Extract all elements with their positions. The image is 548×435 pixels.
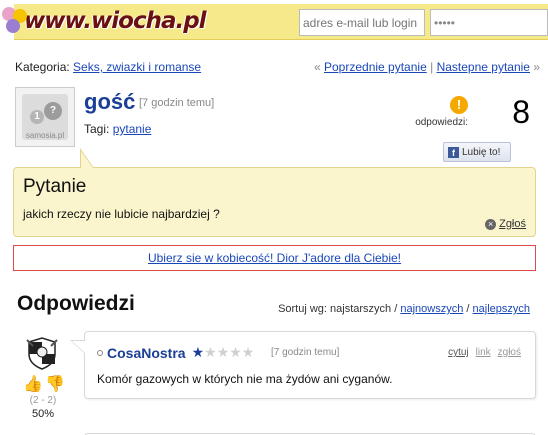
category-label: Kategoria: bbox=[15, 60, 70, 74]
permalink-link[interactable]: link bbox=[476, 347, 491, 358]
nav-separator: | bbox=[430, 60, 434, 74]
sort-label: Sortuj wg: najstarszych / bbox=[278, 303, 398, 315]
answer-card: CosaNostra ★★★★★ [7 godzin temu] cytuj l… bbox=[84, 331, 536, 399]
question-title: Pytanie bbox=[23, 176, 87, 197]
answers-heading: Odpowiedzi bbox=[17, 292, 135, 315]
answer-actions: cytuj link zgłoś bbox=[448, 347, 521, 358]
question-time: [7 godzin temu] bbox=[139, 97, 215, 109]
password-input[interactable] bbox=[430, 9, 548, 36]
ad-banner: Ubierz sie w kobiecość! Dior J'adore dla… bbox=[13, 245, 536, 271]
like-label: Lubię to! bbox=[462, 146, 501, 158]
ad-link[interactable]: Ubierz sie w kobiecość! Dior J'adore dla… bbox=[148, 251, 401, 265]
next-arrow: » bbox=[533, 60, 540, 74]
sort-controls: Sortuj wg: najstarszych / najnowszych / … bbox=[278, 303, 530, 315]
avatar-bubble-icon: 1 bbox=[30, 110, 44, 124]
vote-percent: 50% bbox=[31, 408, 55, 420]
logo-badge-icon bbox=[0, 7, 30, 35]
avatar-question-icon: ? bbox=[44, 102, 62, 120]
report-label: Zgłoś bbox=[499, 218, 526, 230]
answers-count: ! odpowiedzi: 8 bbox=[410, 94, 530, 130]
next-question-link[interactable]: Nastepne pytanie bbox=[437, 60, 530, 74]
top-bar: www.wiocha.pl bbox=[0, 0, 548, 44]
category-row: Kategoria: Seks, zwiazki i romanse « Pop… bbox=[15, 60, 540, 74]
answer-author[interactable]: CosaNostra bbox=[107, 345, 186, 361]
answer-bubble-tail-inner bbox=[72, 341, 85, 353]
answer-body: Komór gazowych w których nie ma żydów an… bbox=[97, 372, 393, 386]
logo-text: www.wiocha.pl bbox=[24, 8, 207, 34]
question-bubble-tail-inner bbox=[81, 151, 93, 168]
answers-exclamation-icon: ! bbox=[450, 96, 468, 114]
quote-link[interactable]: cytuj bbox=[448, 347, 469, 358]
answer-author-avatar[interactable] bbox=[25, 336, 59, 370]
answers-label: odpowiedzi: bbox=[415, 117, 468, 128]
sort-newest-link[interactable]: najnowszych bbox=[400, 303, 463, 315]
tags-label: Tagi: bbox=[84, 122, 110, 136]
email-login-input[interactable] bbox=[299, 9, 425, 36]
site-logo[interactable]: www.wiocha.pl bbox=[0, 4, 207, 38]
report-question-button[interactable]: × Zgłoś bbox=[485, 218, 526, 230]
question-box: Pytanie jakich rzeczy nie lubicie najbar… bbox=[13, 167, 536, 237]
star-empty-icon: ★★★★ bbox=[204, 344, 255, 360]
answers-number: 8 bbox=[512, 94, 530, 130]
prev-arrow: « bbox=[313, 60, 321, 74]
tag-link[interactable]: pytanie bbox=[113, 122, 152, 136]
question-body: jakich rzeczy nie lubicie najbardziej ? bbox=[23, 207, 220, 221]
facebook-like-button[interactable]: f Lubię to! bbox=[443, 142, 511, 162]
report-answer-link[interactable]: zgłoś bbox=[498, 347, 521, 358]
category-link[interactable]: Seks, zwiazki i romanse bbox=[73, 60, 201, 74]
vote-score: (2 - 2) bbox=[29, 395, 57, 406]
question-navigation: « Poprzednie pytanie | Nastepne pytanie … bbox=[314, 60, 540, 74]
status-dot-icon bbox=[97, 349, 103, 356]
answer-time: [7 godzin temu] bbox=[271, 347, 340, 358]
star-filled-icon: ★ bbox=[191, 344, 205, 360]
rating-stars: ★★★★★ bbox=[192, 344, 255, 361]
avatar-caption: samosia.pl bbox=[25, 131, 65, 140]
facebook-icon: f bbox=[448, 146, 459, 158]
question-author[interactable]: gość bbox=[84, 89, 135, 115]
author-avatar[interactable]: 1 ? samosia.pl bbox=[15, 87, 75, 147]
answer-author-row: CosaNostra ★★★★★ bbox=[97, 344, 254, 361]
sort-best-link[interactable]: najlepszych bbox=[473, 303, 530, 315]
thumbs-up-icon[interactable]: 👍 bbox=[23, 374, 43, 394]
close-circle-icon: × bbox=[485, 218, 497, 230]
thumbs-down-icon[interactable]: 👎 bbox=[45, 374, 65, 394]
sort-separator: / bbox=[466, 303, 470, 315]
tags-row: Tagi: pytanie bbox=[84, 122, 151, 136]
prev-question-link[interactable]: Poprzednie pytanie bbox=[324, 60, 427, 74]
